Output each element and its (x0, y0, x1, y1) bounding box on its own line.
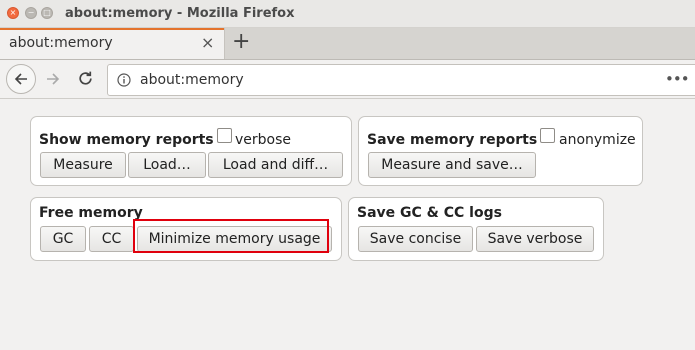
load-and-diff-button[interactable]: Load and diff… (208, 152, 343, 178)
window-maximize-button[interactable]: □ (41, 7, 53, 19)
info-icon[interactable] (117, 73, 131, 87)
window-title: about:memory - Mozilla Firefox (65, 6, 295, 21)
show-memory-reports-title: Show memory reports (39, 132, 214, 148)
new-tab-button[interactable]: + (232, 29, 250, 54)
page-actions-icon[interactable]: ••• (665, 70, 690, 88)
gc-button[interactable]: GC (40, 226, 86, 252)
tab-about-memory[interactable]: about:memory × (0, 28, 225, 59)
save-gc-cc-logs-title: Save GC & CC logs (357, 205, 502, 221)
measure-button[interactable]: Measure (40, 152, 126, 178)
forward-arrow-icon[interactable] (45, 71, 61, 87)
window-close-button[interactable]: × (7, 7, 19, 19)
free-memory-title: Free memory (39, 205, 143, 221)
save-verbose-button[interactable]: Save verbose (476, 226, 594, 252)
load-button[interactable]: Load… (128, 152, 206, 178)
save-memory-reports-title: Save memory reports (367, 132, 538, 148)
save-memory-reports-panel: Save memory reports anonymize Measure an… (358, 116, 643, 186)
tab-close-icon[interactable]: × (201, 33, 214, 52)
back-arrow-icon (14, 73, 27, 85)
measure-and-save-button[interactable]: Measure and save… (368, 152, 536, 178)
navigation-bar: about:memory ••• (0, 60, 695, 99)
back-button[interactable] (6, 64, 36, 94)
url-bar[interactable]: about:memory ••• (107, 64, 695, 96)
tab-bar: about:memory × + (0, 28, 695, 60)
save-gc-cc-logs-panel: Save GC & CC logs Save concise Save verb… (348, 197, 604, 261)
page-content: Show memory reports verbose Measure Load… (0, 99, 695, 350)
show-memory-reports-panel: Show memory reports verbose Measure Load… (30, 116, 352, 186)
highlight-annotation (133, 219, 329, 253)
tab-active-indicator (0, 28, 224, 30)
cc-button[interactable]: CC (89, 226, 134, 252)
verbose-checkbox[interactable] (217, 128, 232, 143)
url-text[interactable]: about:memory (140, 72, 244, 88)
save-concise-button[interactable]: Save concise (358, 226, 473, 252)
reload-icon[interactable] (77, 70, 94, 87)
tab-title: about:memory (9, 35, 113, 51)
anonymize-label: anonymize (559, 132, 636, 148)
anonymize-checkbox[interactable] (540, 128, 555, 143)
window-titlebar: × − □ about:memory - Mozilla Firefox (0, 0, 695, 28)
window-minimize-button[interactable]: − (25, 7, 37, 19)
verbose-label: verbose (235, 132, 292, 148)
